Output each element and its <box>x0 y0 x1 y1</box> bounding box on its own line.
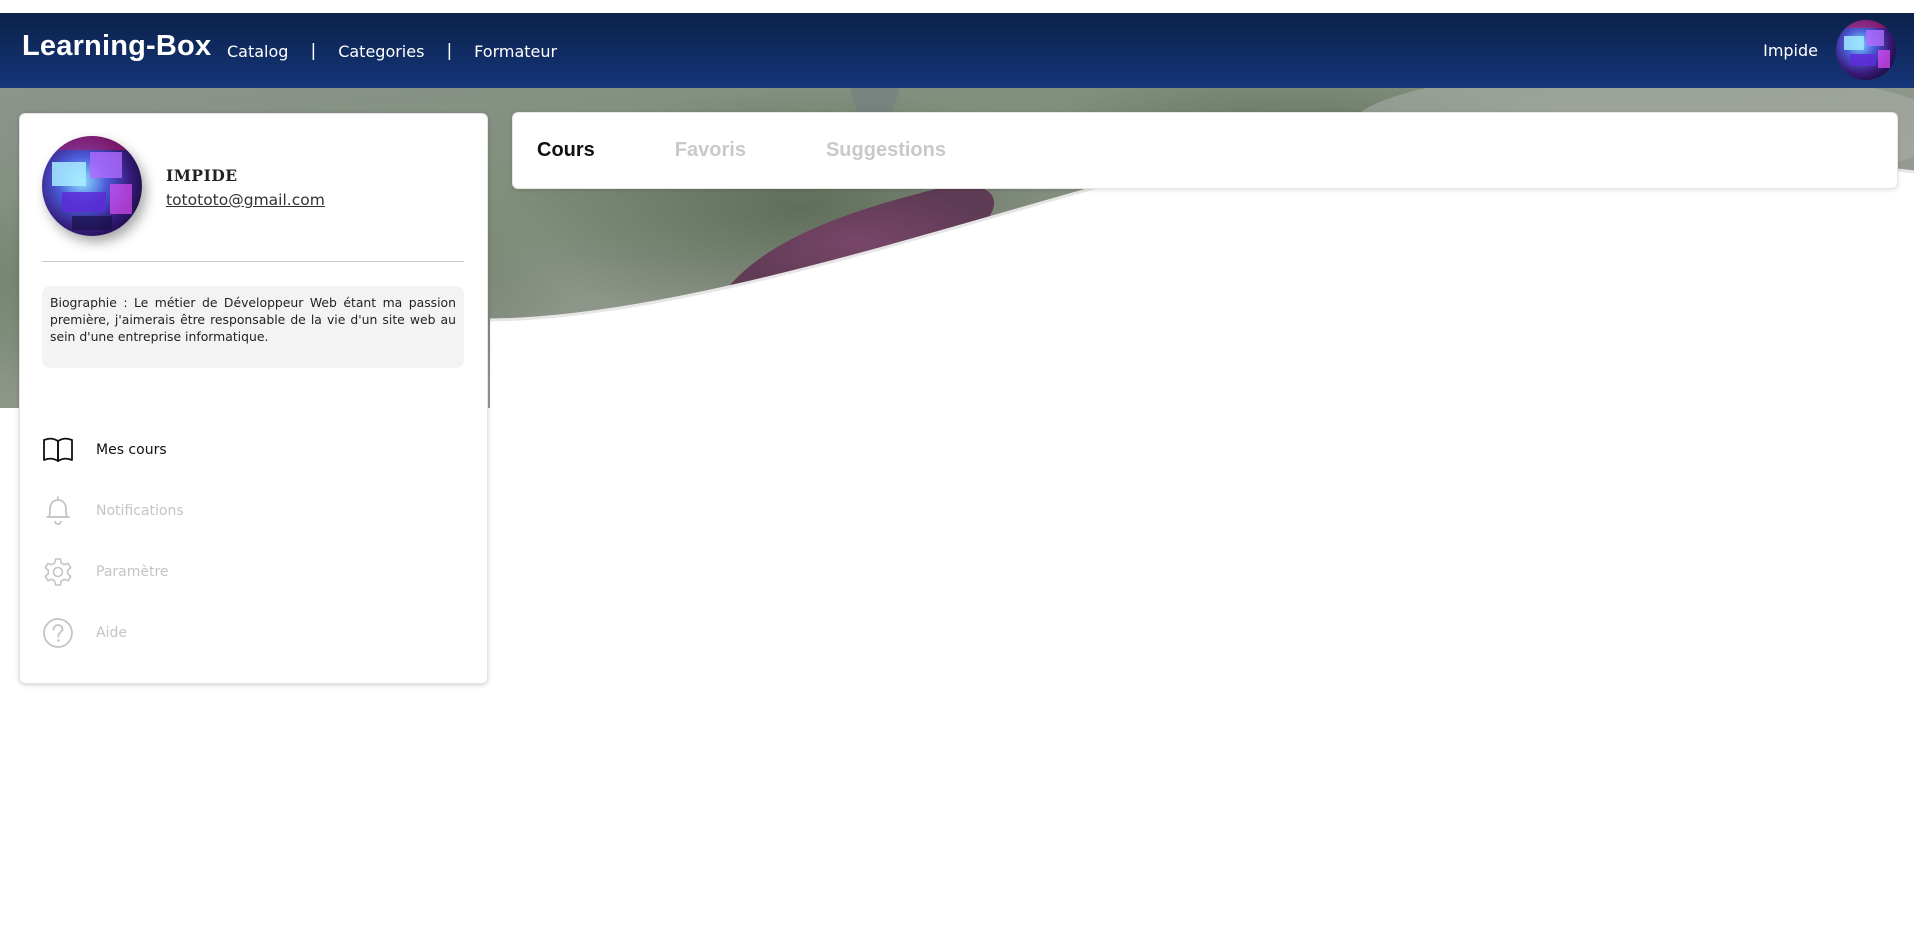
page: Learning-Box Catalog | Categories | Form… <box>0 0 1914 943</box>
tab-favoris[interactable]: Favoris <box>675 139 746 162</box>
brand-logo[interactable]: Learning-Box <box>22 30 211 63</box>
sidebar-menu: Mes cours Notifications Paramètre Aide <box>42 419 462 663</box>
header-user-name[interactable]: Impide <box>1763 41 1818 60</box>
profile-name: IMPIDE <box>166 166 238 185</box>
sidebar-item-label: Aide <box>96 624 127 641</box>
nav-catalog-link[interactable]: Catalog <box>227 42 288 61</box>
tab-cours[interactable]: Cours <box>537 139 595 162</box>
avatar-image-icon <box>42 136 142 236</box>
bell-icon <box>42 495 74 527</box>
nav-formateur-link[interactable]: Formateur <box>474 42 557 61</box>
sidebar-item-aide[interactable]: Aide <box>42 602 462 663</box>
profile-card: IMPIDE totototo@gmail.com Biographie : L… <box>19 113 488 684</box>
nav-separator: | <box>446 41 453 61</box>
sidebar-item-mes-cours[interactable]: Mes cours <box>42 419 462 480</box>
sidebar-item-notifications[interactable]: Notifications <box>42 480 462 541</box>
nav-categories-link[interactable]: Categories <box>338 42 424 61</box>
main-nav: Catalog | Categories | Formateur <box>227 41 557 61</box>
profile-avatar[interactable] <box>42 136 142 236</box>
sidebar-item-label: Paramètre <box>96 563 169 580</box>
header-avatar[interactable] <box>1836 20 1896 80</box>
nav-separator: | <box>310 41 317 61</box>
avatar-image-icon <box>1836 20 1896 80</box>
profile-email-link[interactable]: totototo@gmail.com <box>166 191 325 209</box>
sidebar-item-label: Mes cours <box>96 441 167 458</box>
profile-divider <box>42 261 464 262</box>
tab-suggestions[interactable]: Suggestions <box>826 139 946 162</box>
gear-icon <box>42 556 74 588</box>
profile-bio: Biographie : Le métier de Développeur We… <box>42 286 464 368</box>
sidebar-item-label: Notifications <box>96 502 184 519</box>
sidebar-item-parametre[interactable]: Paramètre <box>42 541 462 602</box>
book-open-icon <box>42 434 74 466</box>
help-circle-icon <box>42 617 74 649</box>
top-navbar: Learning-Box Catalog | Categories | Form… <box>0 13 1914 88</box>
course-tabs: Cours Favoris Suggestions <box>512 112 1898 189</box>
